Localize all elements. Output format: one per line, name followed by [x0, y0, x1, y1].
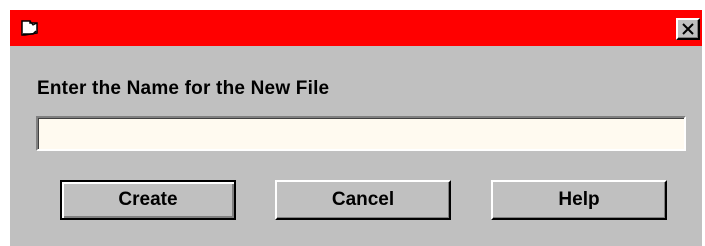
close-button[interactable]	[676, 18, 700, 40]
document-icon	[20, 19, 42, 37]
title-bar[interactable]	[10, 10, 702, 46]
help-button[interactable]: Help	[491, 180, 667, 220]
close-icon	[682, 23, 694, 35]
create-button[interactable]: Create	[60, 180, 236, 220]
filename-input[interactable]	[36, 116, 686, 151]
filename-prompt-label: Enter the Name for the New File	[37, 78, 330, 99]
cancel-button[interactable]: Cancel	[275, 180, 451, 220]
new-file-dialog: Enter the Name for the New File Create C…	[10, 10, 702, 246]
